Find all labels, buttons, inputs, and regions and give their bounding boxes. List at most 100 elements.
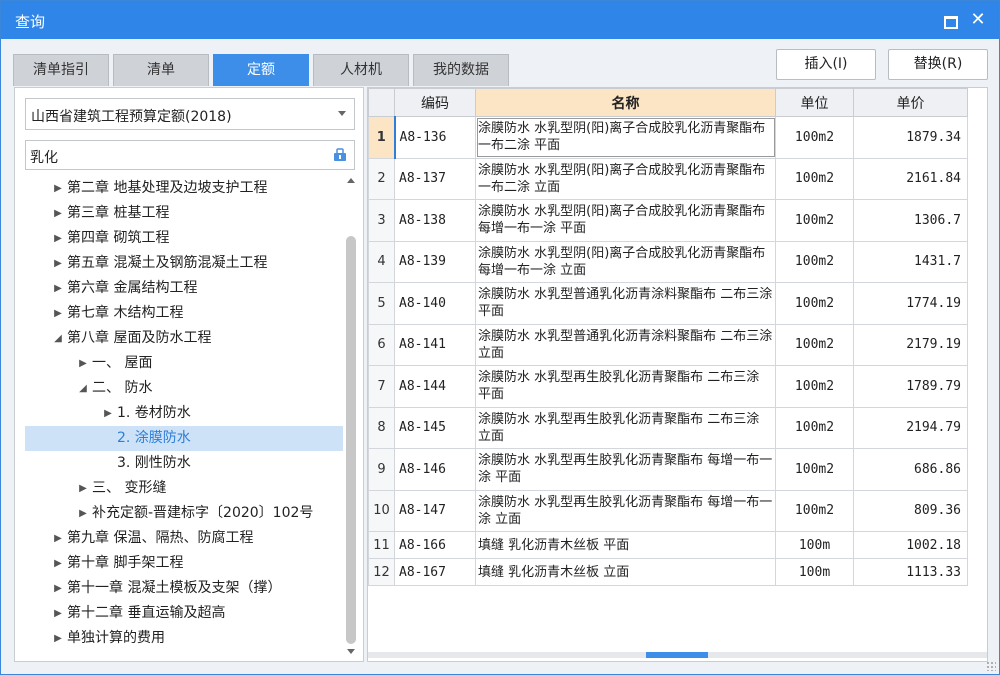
row-unit[interactable]: 100m2 bbox=[775, 240, 854, 283]
row-index[interactable]: 1 bbox=[368, 116, 395, 159]
collapsed-arrow-icon[interactable]: ▶ bbox=[51, 551, 65, 576]
row-unit[interactable]: 100m bbox=[775, 531, 854, 559]
table-row[interactable]: 6 A8-141 涂膜防水 水乳型普通乳化沥青涂料聚酯布 二布三涂 立面 100m2 2… bbox=[368, 323, 968, 366]
table-row[interactable]: 3 A8-138 涂膜防水 水乳型阴(阳)离子合成胶乳化沥青聚酯布 每增一布一涂 平… bbox=[368, 199, 968, 242]
tab-bill-guide[interactable]: 清单指引 bbox=[13, 54, 109, 86]
insert-button[interactable]: 插入(I) bbox=[776, 49, 876, 80]
collapsed-arrow-icon[interactable]: ▶ bbox=[51, 576, 65, 601]
row-name[interactable]: 涂膜防水 水乳型再生胶乳化沥青聚酯布 每增一布一涂 平面 bbox=[475, 448, 776, 491]
splitter-handle[interactable] bbox=[646, 652, 708, 658]
row-index[interactable]: 6 bbox=[368, 323, 395, 366]
collapsed-arrow-icon[interactable]: ▶ bbox=[51, 601, 65, 626]
row-code[interactable]: A8-144 bbox=[394, 365, 476, 408]
collapsed-arrow-icon[interactable]: ▶ bbox=[51, 301, 65, 326]
column-header-price[interactable]: 单价 bbox=[853, 88, 968, 117]
row-unit[interactable]: 100m2 bbox=[775, 116, 854, 159]
tree-scrollbar[interactable] bbox=[345, 176, 357, 656]
row-unit[interactable]: 100m2 bbox=[775, 199, 854, 242]
row-code[interactable]: A8-139 bbox=[394, 240, 476, 283]
quota-library-select[interactable]: 山西省建筑工程预算定额(2018) bbox=[25, 98, 355, 130]
row-index[interactable]: 10 bbox=[368, 489, 395, 532]
collapsed-arrow-icon[interactable]: ▶ bbox=[51, 626, 65, 651]
row-name[interactable]: 涂膜防水 水乳型阴(阳)离子合成胶乳化沥青聚酯布 一布二涂 平面 bbox=[475, 116, 776, 159]
column-header-unit[interactable]: 单位 bbox=[775, 88, 854, 117]
chapter-tree[interactable]: ▶ 第二章 地基处理及边坡支护工程 ▶ 第三章 桩基工程 ▶ 第四章 砌筑工程 ▶ 第五章 混… bbox=[25, 176, 343, 656]
row-price[interactable]: 1789.79 bbox=[853, 365, 968, 408]
row-name[interactable]: 涂膜防水 水乳型再生胶乳化沥青聚酯布 二布三涂 平面 bbox=[475, 365, 776, 408]
horizontal-splitter[interactable] bbox=[368, 652, 987, 658]
tree-item[interactable]: ▶ 三、 变形缝 bbox=[25, 476, 343, 501]
row-unit[interactable]: 100m2 bbox=[775, 323, 854, 366]
row-name[interactable]: 涂膜防水 水乳型阴(阳)离子合成胶乳化沥青聚酯布 每增一布一涂 平面 bbox=[475, 199, 776, 242]
table-row[interactable]: 8 A8-145 涂膜防水 水乳型再生胶乳化沥青聚酯布 二布三涂 立面 100m2 21… bbox=[368, 406, 968, 449]
collapsed-arrow-icon[interactable]: ▶ bbox=[51, 176, 65, 201]
collapsed-arrow-icon[interactable]: ▶ bbox=[51, 276, 65, 301]
collapsed-arrow-icon[interactable]: ▶ bbox=[76, 351, 90, 376]
scroll-up-icon[interactable] bbox=[347, 178, 355, 183]
row-price[interactable]: 2194.79 bbox=[853, 406, 968, 449]
row-price[interactable]: 1774.19 bbox=[853, 282, 968, 325]
tree-item[interactable]: ▶ 第十二章 垂直运输及超高 bbox=[25, 601, 343, 626]
table-row[interactable]: 7 A8-144 涂膜防水 水乳型再生胶乳化沥青聚酯布 二布三涂 平面 100m2 17… bbox=[368, 365, 968, 408]
row-code[interactable]: A8-147 bbox=[394, 489, 476, 532]
row-name[interactable]: 涂膜防水 水乳型阴(阳)离子合成胶乳化沥青聚酯布 每增一布一涂 立面 bbox=[475, 240, 776, 283]
row-unit[interactable]: 100m bbox=[775, 558, 854, 586]
row-index[interactable]: 2 bbox=[368, 157, 395, 200]
row-price[interactable]: 1879.34 bbox=[853, 116, 968, 159]
table-row[interactable]: 5 A8-140 涂膜防水 水乳型普通乳化沥青涂料聚酯布 二布三涂 平面 100m2 1… bbox=[368, 282, 968, 325]
row-price[interactable]: 1113.33 bbox=[853, 558, 968, 586]
tab-labor-material-machine[interactable]: 人材机 bbox=[313, 54, 409, 86]
expanded-arrow-icon[interactable]: ◢ bbox=[51, 326, 65, 351]
restore-icon[interactable] bbox=[939, 10, 961, 30]
search-input[interactable]: 乳化 bbox=[25, 140, 355, 170]
tab-my-data[interactable]: 我的数据 bbox=[413, 54, 509, 86]
row-code[interactable]: A8-141 bbox=[394, 323, 476, 366]
row-unit[interactable]: 100m2 bbox=[775, 489, 854, 532]
title-bar[interactable]: 查询 ✕ bbox=[1, 1, 999, 39]
row-index[interactable]: 12 bbox=[368, 558, 395, 586]
row-name[interactable]: 涂膜防水 水乳型再生胶乳化沥青聚酯布 每增一布一涂 立面 bbox=[475, 489, 776, 532]
tree-item[interactable]: ▶ 1. 卷材防水 bbox=[25, 401, 343, 426]
collapsed-arrow-icon[interactable]: ▶ bbox=[76, 501, 90, 526]
row-name[interactable]: 涂膜防水 水乳型阴(阳)离子合成胶乳化沥青聚酯布 一布二涂 立面 bbox=[475, 157, 776, 200]
row-unit[interactable]: 100m2 bbox=[775, 365, 854, 408]
row-code[interactable]: A8-136 bbox=[393, 116, 476, 159]
row-index[interactable]: 4 bbox=[368, 240, 395, 283]
tree-item[interactable]: ◢ 第八章 屋面及防水工程 bbox=[25, 326, 343, 351]
tree-item[interactable]: ▶ 补充定额-晋建标字〔2020〕102号 bbox=[25, 501, 343, 526]
tab-quota[interactable]: 定额 bbox=[213, 54, 309, 86]
tree-item[interactable]: ▶ 第四章 砌筑工程 bbox=[25, 226, 343, 251]
collapsed-arrow-icon[interactable]: ▶ bbox=[51, 226, 65, 251]
tree-item[interactable]: ▶ 一、 屋面 bbox=[25, 351, 343, 376]
row-name[interactable]: 填缝 乳化沥青木丝板 立面 bbox=[475, 558, 776, 586]
row-unit[interactable]: 100m2 bbox=[775, 157, 854, 200]
column-header-name[interactable]: 名称 bbox=[475, 88, 776, 117]
row-code[interactable]: A8-138 bbox=[394, 199, 476, 242]
row-name[interactable]: 涂膜防水 水乳型普通乳化沥青涂料聚酯布 二布三涂 平面 bbox=[475, 282, 776, 325]
scroll-down-icon[interactable] bbox=[347, 649, 355, 654]
row-code[interactable]: A8-145 bbox=[394, 406, 476, 449]
row-name[interactable]: 填缝 乳化沥青木丝板 平面 bbox=[475, 531, 776, 559]
collapsed-arrow-icon[interactable]: ▶ bbox=[76, 476, 90, 501]
table-row[interactable]: 1 A8-136 涂膜防水 水乳型阴(阳)离子合成胶乳化沥青聚酯布 一布二涂 平面 1… bbox=[368, 116, 968, 159]
row-name[interactable]: 涂膜防水 水乳型普通乳化沥青涂料聚酯布 二布三涂 立面 bbox=[475, 323, 776, 366]
row-price[interactable]: 809.36 bbox=[853, 489, 968, 532]
row-code[interactable]: A8-166 bbox=[394, 531, 476, 559]
row-price[interactable]: 2179.19 bbox=[853, 323, 968, 366]
row-price[interactable]: 1002.18 bbox=[853, 531, 968, 559]
tree-item[interactable]: ▶ 第九章 保温、隔热、防腐工程 bbox=[25, 526, 343, 551]
row-unit[interactable]: 100m2 bbox=[775, 448, 854, 491]
row-code[interactable]: A8-137 bbox=[394, 157, 476, 200]
resize-grip-icon[interactable] bbox=[986, 661, 996, 671]
tree-item[interactable]: ▶ 第十章 脚手架工程 bbox=[25, 551, 343, 576]
tree-item[interactable]: 3. 刚性防水 bbox=[25, 451, 343, 476]
collapsed-arrow-icon[interactable]: ▶ bbox=[51, 201, 65, 226]
row-name[interactable]: 涂膜防水 水乳型再生胶乳化沥青聚酯布 二布三涂 立面 bbox=[475, 406, 776, 449]
close-icon[interactable]: ✕ bbox=[967, 10, 989, 30]
scrollbar-thumb[interactable] bbox=[346, 236, 356, 644]
table-row[interactable]: 11 A8-166 填缝 乳化沥青木丝板 平面 100m 1002.18 bbox=[368, 531, 968, 559]
tree-item[interactable]: ▶ 单独计算的费用 bbox=[25, 626, 343, 651]
row-unit[interactable]: 100m2 bbox=[775, 282, 854, 325]
collapsed-arrow-icon[interactable]: ▶ bbox=[51, 251, 65, 276]
row-code[interactable]: A8-140 bbox=[394, 282, 476, 325]
